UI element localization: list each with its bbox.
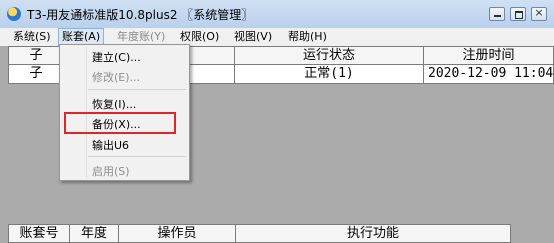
table-cell-sub[interactable]: 子	[8, 65, 64, 84]
menu-help[interactable]: 帮助(H)	[285, 28, 330, 46]
menu-view[interactable]: 视图(V)	[231, 28, 275, 46]
menu-separator	[88, 89, 186, 90]
menu-item-enable[interactable]: 启用(S)	[92, 163, 130, 179]
menu-system[interactable]: 系统(S)	[10, 28, 54, 46]
window-title: T3-用友通标准版10.8plus2 〖系统管理〗	[27, 8, 254, 22]
col-header-sub[interactable]: 子	[8, 46, 64, 65]
table-cell-status[interactable]: 正常(1)	[234, 65, 424, 84]
highlight-box	[64, 112, 176, 134]
minimize-icon	[494, 15, 501, 17]
maximize-icon	[515, 11, 523, 19]
title-bar: T3-用友通标准版10.8plus2 〖系统管理〗 ×	[0, 0, 554, 28]
close-icon: ×	[534, 6, 544, 19]
col-header-register-time[interactable]: 注册时间	[423, 46, 554, 65]
maximize-button[interactable]	[510, 7, 526, 21]
col-header-operator[interactable]: 操作员	[118, 224, 236, 243]
menu-item-restore[interactable]: 恢复(I)...	[92, 96, 136, 112]
operation-log-table: 账套号 年度 操作员 执行功能	[0, 222, 554, 243]
col-header-status[interactable]: 运行状态	[234, 46, 424, 65]
account-dropdown-menu: 建立(C)... 修改(E)... 恢复(I)... 备份(X)... 输出U6…	[59, 44, 190, 181]
menu-item-create[interactable]: 建立(C)...	[92, 49, 141, 65]
menu-item-modify[interactable]: 修改(E)...	[92, 69, 140, 85]
menu-separator	[88, 156, 186, 157]
col-header-function[interactable]: 执行功能	[235, 224, 511, 243]
col-header-account-no[interactable]: 账套号	[8, 224, 70, 243]
minimize-button[interactable]	[489, 7, 505, 21]
close-button[interactable]: ×	[531, 6, 547, 21]
menu-item-export-u6[interactable]: 输出U6	[92, 137, 129, 153]
app-icon	[7, 7, 21, 21]
col-header-year[interactable]: 年度	[69, 224, 119, 243]
table-cell-register-time[interactable]: 2020-12-09 11:04	[423, 65, 554, 84]
